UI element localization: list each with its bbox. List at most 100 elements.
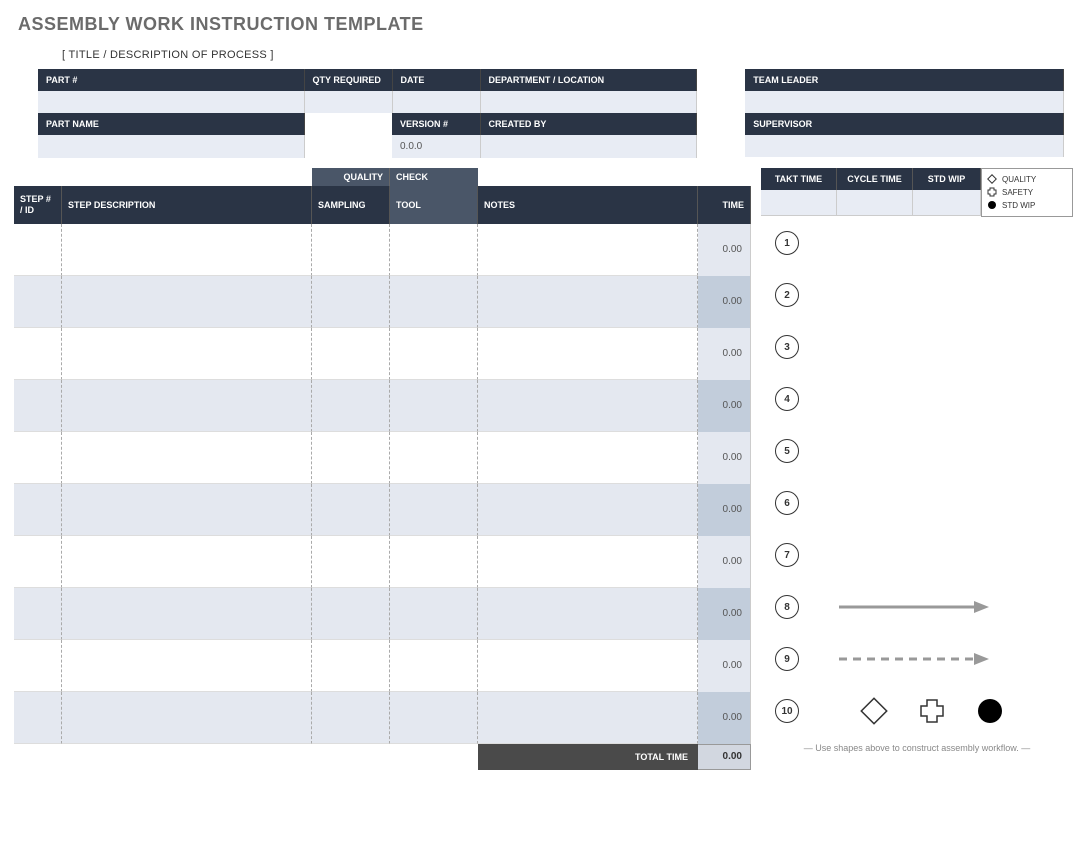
step-desc-cell[interactable] <box>62 588 312 640</box>
workflow-row: 2 <box>761 269 1073 321</box>
qty-label: QTY REQUIRED <box>304 69 392 91</box>
process-subtitle: [ TITLE / DESCRIPTION OF PROCESS ] <box>62 49 1064 61</box>
step-desc-cell[interactable] <box>62 380 312 432</box>
tool-cell[interactable] <box>390 692 478 744</box>
time-cell: 0.00 <box>698 692 751 744</box>
team-leader-value[interactable] <box>745 91 1063 113</box>
part-num-value[interactable] <box>38 91 304 113</box>
tool-cell[interactable] <box>390 640 478 692</box>
notes-cell[interactable] <box>478 224 698 276</box>
tool-cell[interactable] <box>390 276 478 328</box>
step-id-cell[interactable] <box>14 484 62 536</box>
takt-time-value[interactable] <box>761 190 837 216</box>
sampling-header: SAMPLING <box>312 186 390 224</box>
date-label: DATE <box>392 69 480 91</box>
sampling-cell[interactable] <box>312 640 390 692</box>
diamond-shape-icon <box>859 696 889 726</box>
step-row: 0.00 <box>14 380 751 432</box>
step-id-cell[interactable] <box>14 432 62 484</box>
sampling-cell[interactable] <box>312 588 390 640</box>
tool-cell[interactable] <box>390 432 478 484</box>
notes-cell[interactable] <box>478 380 698 432</box>
step-id-cell[interactable] <box>14 588 62 640</box>
workflow-step-circle: 7 <box>775 543 799 567</box>
notes-cell[interactable] <box>478 484 698 536</box>
notes-cell[interactable] <box>478 536 698 588</box>
step-id-cell[interactable] <box>14 640 62 692</box>
tool-header: TOOL <box>390 186 478 224</box>
notes-cell[interactable] <box>478 276 698 328</box>
step-id-cell[interactable] <box>14 380 62 432</box>
sampling-cell[interactable] <box>312 484 390 536</box>
step-id-cell[interactable] <box>14 224 62 276</box>
cycle-time-header: CYCLE TIME <box>837 168 913 190</box>
created-label: CREATED BY <box>480 113 697 135</box>
step-row: 0.00 <box>14 692 751 744</box>
dept-value[interactable] <box>480 91 697 113</box>
workflow-row: 5 <box>761 425 1073 477</box>
workflow-row: 3 <box>761 321 1073 373</box>
sampling-cell[interactable] <box>312 224 390 276</box>
step-id-cell[interactable] <box>14 328 62 380</box>
sampling-cell[interactable] <box>312 432 390 484</box>
workflow-row: 9 <box>761 633 1073 685</box>
total-time-value: 0.00 <box>698 744 751 770</box>
step-row: 0.00 <box>14 432 751 484</box>
quality-label: QUALITY <box>312 168 390 186</box>
step-desc-cell[interactable] <box>62 536 312 588</box>
tool-cell[interactable] <box>390 328 478 380</box>
qty-value[interactable] <box>304 91 392 113</box>
notes-cell[interactable] <box>478 328 698 380</box>
sampling-cell[interactable] <box>312 692 390 744</box>
blank-cell <box>304 135 392 158</box>
part-num-label: PART # <box>38 69 304 91</box>
diamond-icon <box>986 173 998 185</box>
step-desc-cell[interactable] <box>62 484 312 536</box>
workflow-step-circle: 9 <box>775 647 799 671</box>
part-name-value[interactable] <box>38 135 304 158</box>
blank-cell <box>304 113 392 135</box>
workflow-step-circle: 6 <box>775 491 799 515</box>
std-wip-value[interactable] <box>913 190 981 216</box>
notes-cell[interactable] <box>478 692 698 744</box>
step-desc-cell[interactable] <box>62 432 312 484</box>
created-value[interactable] <box>480 135 697 158</box>
time-cell: 0.00 <box>698 328 751 380</box>
notes-cell[interactable] <box>478 432 698 484</box>
page-title: ASSEMBLY WORK INSTRUCTION TEMPLATE <box>18 14 1064 35</box>
step-id-cell[interactable] <box>14 536 62 588</box>
sampling-cell[interactable] <box>312 328 390 380</box>
step-id-header: STEP # / ID <box>14 186 62 224</box>
std-wip-header: STD WIP <box>913 168 981 190</box>
workflow-step-circle: 4 <box>775 387 799 411</box>
tool-cell[interactable] <box>390 380 478 432</box>
step-desc-cell[interactable] <box>62 692 312 744</box>
tool-cell[interactable] <box>390 588 478 640</box>
step-desc-cell[interactable] <box>62 640 312 692</box>
date-value[interactable] <box>392 91 480 113</box>
notes-header: NOTES <box>478 186 698 224</box>
workflow-row: 6 <box>761 477 1073 529</box>
sampling-cell[interactable] <box>312 380 390 432</box>
step-desc-cell[interactable] <box>62 224 312 276</box>
sampling-cell[interactable] <box>312 536 390 588</box>
step-row: 0.00 <box>14 588 751 640</box>
legend-box: QUALITY SAFETY STD WIP <box>981 168 1073 217</box>
step-id-cell[interactable] <box>14 276 62 328</box>
supervisor-value[interactable] <box>745 135 1063 157</box>
arrow-solid-icon <box>839 597 989 617</box>
sampling-cell[interactable] <box>312 276 390 328</box>
step-row: 0.00 <box>14 276 751 328</box>
tool-cell[interactable] <box>390 224 478 276</box>
notes-cell[interactable] <box>478 588 698 640</box>
cycle-time-value[interactable] <box>837 190 913 216</box>
step-desc-cell[interactable] <box>62 328 312 380</box>
step-id-cell[interactable] <box>14 692 62 744</box>
tool-cell[interactable] <box>390 484 478 536</box>
notes-cell[interactable] <box>478 640 698 692</box>
step-desc-cell[interactable] <box>62 276 312 328</box>
workflow-step-circle: 10 <box>775 699 799 723</box>
tool-cell[interactable] <box>390 536 478 588</box>
time-cell: 0.00 <box>698 640 751 692</box>
version-value[interactable]: 0.0.0 <box>392 135 480 158</box>
